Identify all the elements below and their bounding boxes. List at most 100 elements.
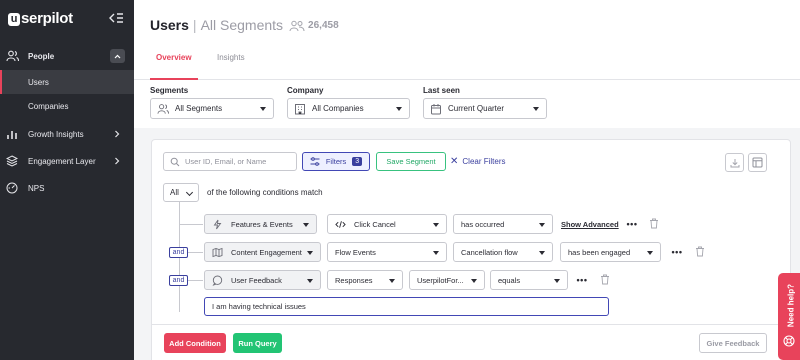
condition-operator-value: equals xyxy=(498,275,521,285)
condition-item-select[interactable]: Flow Events xyxy=(327,242,447,262)
save-segment-button[interactable]: Save Segment xyxy=(376,152,446,171)
match-description: of the following conditions match xyxy=(207,188,323,197)
search-placeholder: User ID, Email, or Name xyxy=(185,157,267,166)
clear-filters-label: Clear Filters xyxy=(462,157,506,166)
current-segment: All Segments xyxy=(200,17,284,33)
caret-down-icon xyxy=(647,251,653,255)
caret-down-icon xyxy=(433,223,439,227)
condition-operator-select[interactable]: has been engaged xyxy=(560,242,661,262)
caret-down-icon xyxy=(539,251,545,255)
caret-down-icon xyxy=(307,279,313,283)
trash-icon[interactable] xyxy=(649,218,659,229)
page-header: Users | All Segments 26,458 Overview Ins… xyxy=(134,0,800,80)
code-icon xyxy=(335,219,346,230)
run-query-button[interactable]: Run Query xyxy=(233,333,282,353)
caret-down-icon xyxy=(389,279,395,283)
caret-down-icon xyxy=(260,107,266,111)
user-count: 26,458 xyxy=(308,19,339,31)
condition-value-select[interactable]: Cancellation flow xyxy=(453,242,553,262)
logo[interactable]: u serpilot xyxy=(8,10,73,27)
users-group-icon xyxy=(289,19,305,32)
calendar-icon xyxy=(430,103,442,115)
sidebar-item-nps[interactable]: NPS xyxy=(0,176,134,200)
condition-item-value: Flow Events xyxy=(335,247,376,257)
company-value: All Companies xyxy=(312,104,364,113)
condition-category-select[interactable]: Features & Events xyxy=(204,214,317,234)
condition-value-text: UserpilotFor... xyxy=(417,275,464,285)
people-icon xyxy=(5,49,19,63)
condition-value-select[interactable]: UserpilotFor... xyxy=(409,270,485,290)
sidebar: u serpilot People Users Companies Growth … xyxy=(0,0,134,360)
condition-operator-select[interactable]: has occurred xyxy=(453,214,553,234)
download-icon xyxy=(730,158,740,168)
search-icon xyxy=(170,157,180,167)
need-help-tab[interactable]: Need help? xyxy=(778,273,800,360)
show-advanced-link[interactable]: Show Advanced xyxy=(561,220,619,229)
page-title: Users | All Segments 26,458 xyxy=(150,17,339,33)
sidebar-item-growth-insights[interactable]: Growth Insights xyxy=(0,122,134,146)
filters-button[interactable]: Filters 3 xyxy=(302,152,370,171)
condition-item-select[interactable]: Click Cancel xyxy=(327,214,447,234)
table-columns-icon xyxy=(752,157,763,168)
condition-category-value: Content Engagement xyxy=(231,247,302,257)
card-divider xyxy=(151,324,791,325)
tab-overview[interactable]: Overview xyxy=(150,53,198,80)
collapse-sidebar-icon[interactable] xyxy=(107,10,125,26)
caret-down-icon xyxy=(433,251,439,255)
give-feedback-button[interactable]: Give Feedback xyxy=(699,333,767,353)
clear-filters-button[interactable]: ✕ Clear Filters xyxy=(450,152,506,171)
more-options-icon[interactable]: ••• xyxy=(624,217,640,231)
condition-operator-value: has been engaged xyxy=(568,247,631,257)
caret-down-icon xyxy=(396,107,402,111)
and-connector[interactable]: and xyxy=(169,247,188,258)
and-connector[interactable]: and xyxy=(169,275,188,286)
condition-operator-select[interactable]: equals xyxy=(490,270,568,290)
sidebar-item-engagement-layer[interactable]: Engagement Layer xyxy=(0,149,134,173)
title-separator: | xyxy=(192,17,197,33)
page-title-text: Users xyxy=(150,17,189,33)
sidebar-item-companies[interactable]: Companies xyxy=(0,94,134,118)
sliders-icon xyxy=(310,157,320,166)
add-condition-button[interactable]: Add Condition xyxy=(164,333,226,353)
match-mode-value: All xyxy=(170,188,179,197)
condition-category-value: Features & Events xyxy=(231,219,293,229)
map-icon xyxy=(212,247,223,258)
search-input[interactable]: User ID, Email, or Name xyxy=(163,152,297,171)
condition-category-value: User Feedback xyxy=(231,275,282,285)
trash-icon[interactable] xyxy=(695,246,705,257)
more-options-icon[interactable]: ••• xyxy=(574,273,590,287)
condition-category-select[interactable]: Content Engagement xyxy=(204,242,321,262)
condition-item-select[interactable]: Responses xyxy=(327,270,403,290)
close-icon: ✕ xyxy=(450,156,459,167)
download-button[interactable] xyxy=(725,153,744,172)
columns-button[interactable] xyxy=(748,153,767,172)
caret-down-icon xyxy=(303,223,309,227)
filters-count-badge: 3 xyxy=(352,157,363,166)
need-help-label: Need help? xyxy=(786,283,796,328)
last-seen-select[interactable]: Current Quarter xyxy=(423,98,547,119)
segments-select[interactable]: All Segments xyxy=(150,98,274,119)
last-seen-label: Last seen xyxy=(423,86,460,95)
people-icon xyxy=(157,103,169,115)
bar-chart-icon xyxy=(5,127,19,141)
condition-category-select[interactable]: User Feedback xyxy=(204,270,321,290)
condition-text-input[interactable]: I am having technical issues xyxy=(204,297,609,316)
tab-insights[interactable]: Insights xyxy=(217,53,245,77)
last-seen-value: Current Quarter xyxy=(448,104,505,113)
building-icon xyxy=(294,103,306,115)
sidebar-item-users[interactable]: Users xyxy=(0,70,134,94)
caret-down-icon xyxy=(533,107,539,111)
sidebar-item-label: NPS xyxy=(28,183,45,193)
company-select[interactable]: All Companies xyxy=(287,98,410,119)
match-mode-select[interactable]: All xyxy=(163,183,199,202)
condition-item-value: Click Cancel xyxy=(354,219,396,229)
chevron-up-icon[interactable] xyxy=(110,49,125,63)
trash-icon[interactable] xyxy=(600,274,610,285)
more-options-icon[interactable]: ••• xyxy=(669,245,685,259)
chevron-down-icon xyxy=(185,188,194,197)
caret-down-icon xyxy=(554,279,560,283)
gauge-icon xyxy=(5,181,19,195)
sidebar-item-people[interactable]: People xyxy=(0,44,134,68)
chevron-right-icon xyxy=(113,129,121,139)
lifebuoy-icon xyxy=(783,335,795,347)
